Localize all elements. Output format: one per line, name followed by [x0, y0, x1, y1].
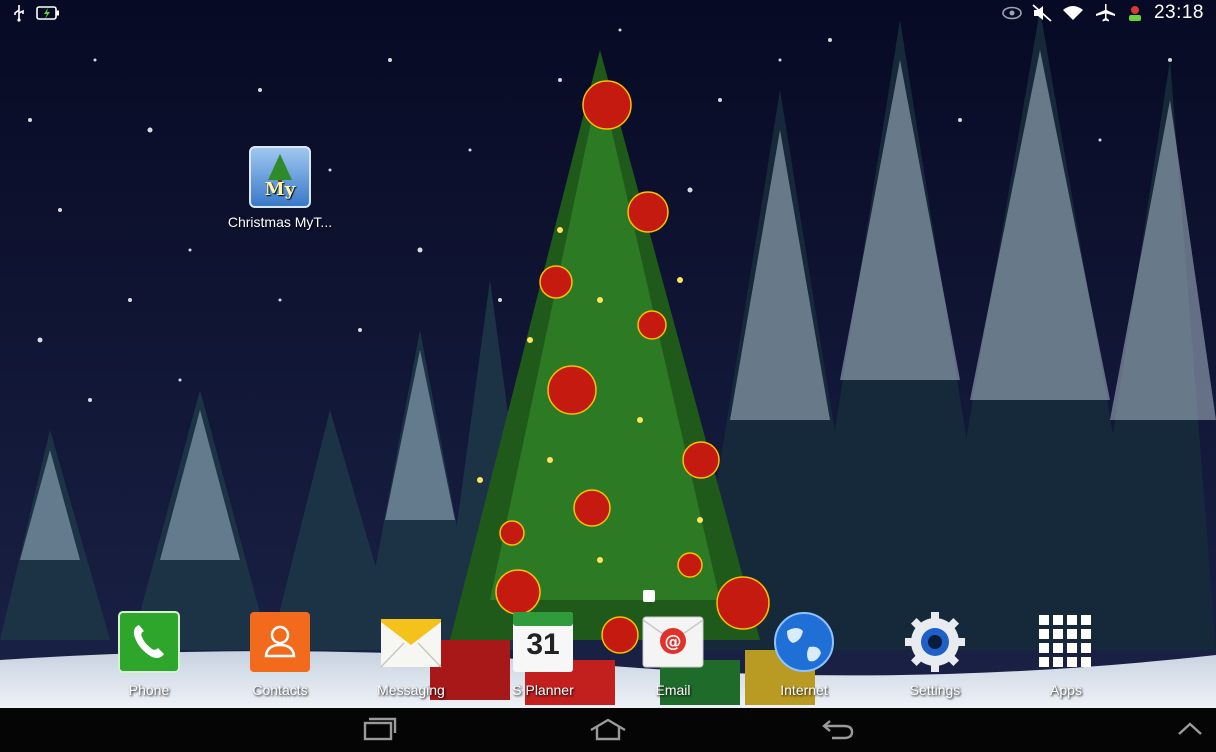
- recent-apps-button[interactable]: [355, 716, 403, 746]
- dock-item-email[interactable]: @ Email: [613, 610, 733, 698]
- dock-label-messaging: Messaging: [377, 682, 445, 698]
- back-button[interactable]: [814, 716, 862, 746]
- wifi-icon: [1062, 3, 1084, 23]
- app-dock: Phone Contacts Messaging 31 S Planner @ …: [0, 610, 1216, 702]
- dock-item-s-planner[interactable]: 31 S Planner: [483, 610, 603, 698]
- usb-icon: [12, 3, 26, 23]
- dock-label-contacts: Contacts: [252, 682, 308, 698]
- expand-up-button[interactable]: [1166, 716, 1214, 746]
- dock-item-apps[interactable]: Apps: [1006, 610, 1126, 698]
- dock-item-phone[interactable]: Phone: [89, 610, 209, 698]
- battery-charging-icon: [36, 3, 60, 23]
- navigation-bar: [0, 708, 1216, 752]
- expand-up-icon: [1176, 721, 1204, 742]
- dock-item-settings[interactable]: Settings: [875, 610, 995, 698]
- apps-grid-icon: [1034, 610, 1098, 674]
- shortcut-icon-text: My: [264, 179, 296, 200]
- dock-label-settings: Settings: [909, 682, 961, 698]
- dock-item-contacts[interactable]: Contacts: [220, 610, 340, 698]
- messaging-icon: [379, 610, 443, 674]
- calendar-icon: 31: [511, 610, 575, 674]
- dock-label-s-planner: S Planner: [512, 682, 574, 698]
- status-bar-right: 23:18: [990, 2, 1216, 24]
- calendar-day: 31: [526, 628, 560, 661]
- back-icon: [820, 717, 856, 746]
- dock-label-phone: Phone: [128, 682, 170, 698]
- home-button[interactable]: [584, 716, 632, 746]
- contacts-icon: [248, 610, 312, 674]
- dock-item-internet[interactable]: Internet: [744, 610, 864, 698]
- status-bar-left: [0, 3, 72, 23]
- desktop-shortcut-christmas[interactable]: My Christmas MyT...: [218, 146, 342, 230]
- phone-icon: [117, 610, 181, 674]
- home-icon: [588, 717, 628, 746]
- dock-label-email: Email: [655, 682, 691, 698]
- email-icon: @: [641, 610, 705, 674]
- status-time: 23:18: [1153, 2, 1204, 23]
- settings-icon: [903, 610, 967, 674]
- svg-text:@: @: [665, 632, 682, 652]
- mute-icon: [1032, 3, 1052, 23]
- dock-label-apps: Apps: [1050, 682, 1082, 698]
- notification-person-icon: [1126, 3, 1144, 23]
- dock-label-internet: Internet: [780, 682, 828, 698]
- status-bar: 23:18: [0, 0, 1216, 26]
- page-indicator: [643, 590, 655, 602]
- recent-apps-icon: [361, 717, 397, 746]
- christmas-tree-app-icon: My: [249, 146, 311, 208]
- christmas-wallpaper: [0, 0, 1216, 708]
- airplane-icon: [1094, 3, 1116, 23]
- globe-icon: [772, 610, 836, 674]
- eye-icon: [1002, 3, 1022, 23]
- shortcut-label: Christmas MyT...: [227, 214, 333, 230]
- dock-item-messaging[interactable]: Messaging: [351, 610, 471, 698]
